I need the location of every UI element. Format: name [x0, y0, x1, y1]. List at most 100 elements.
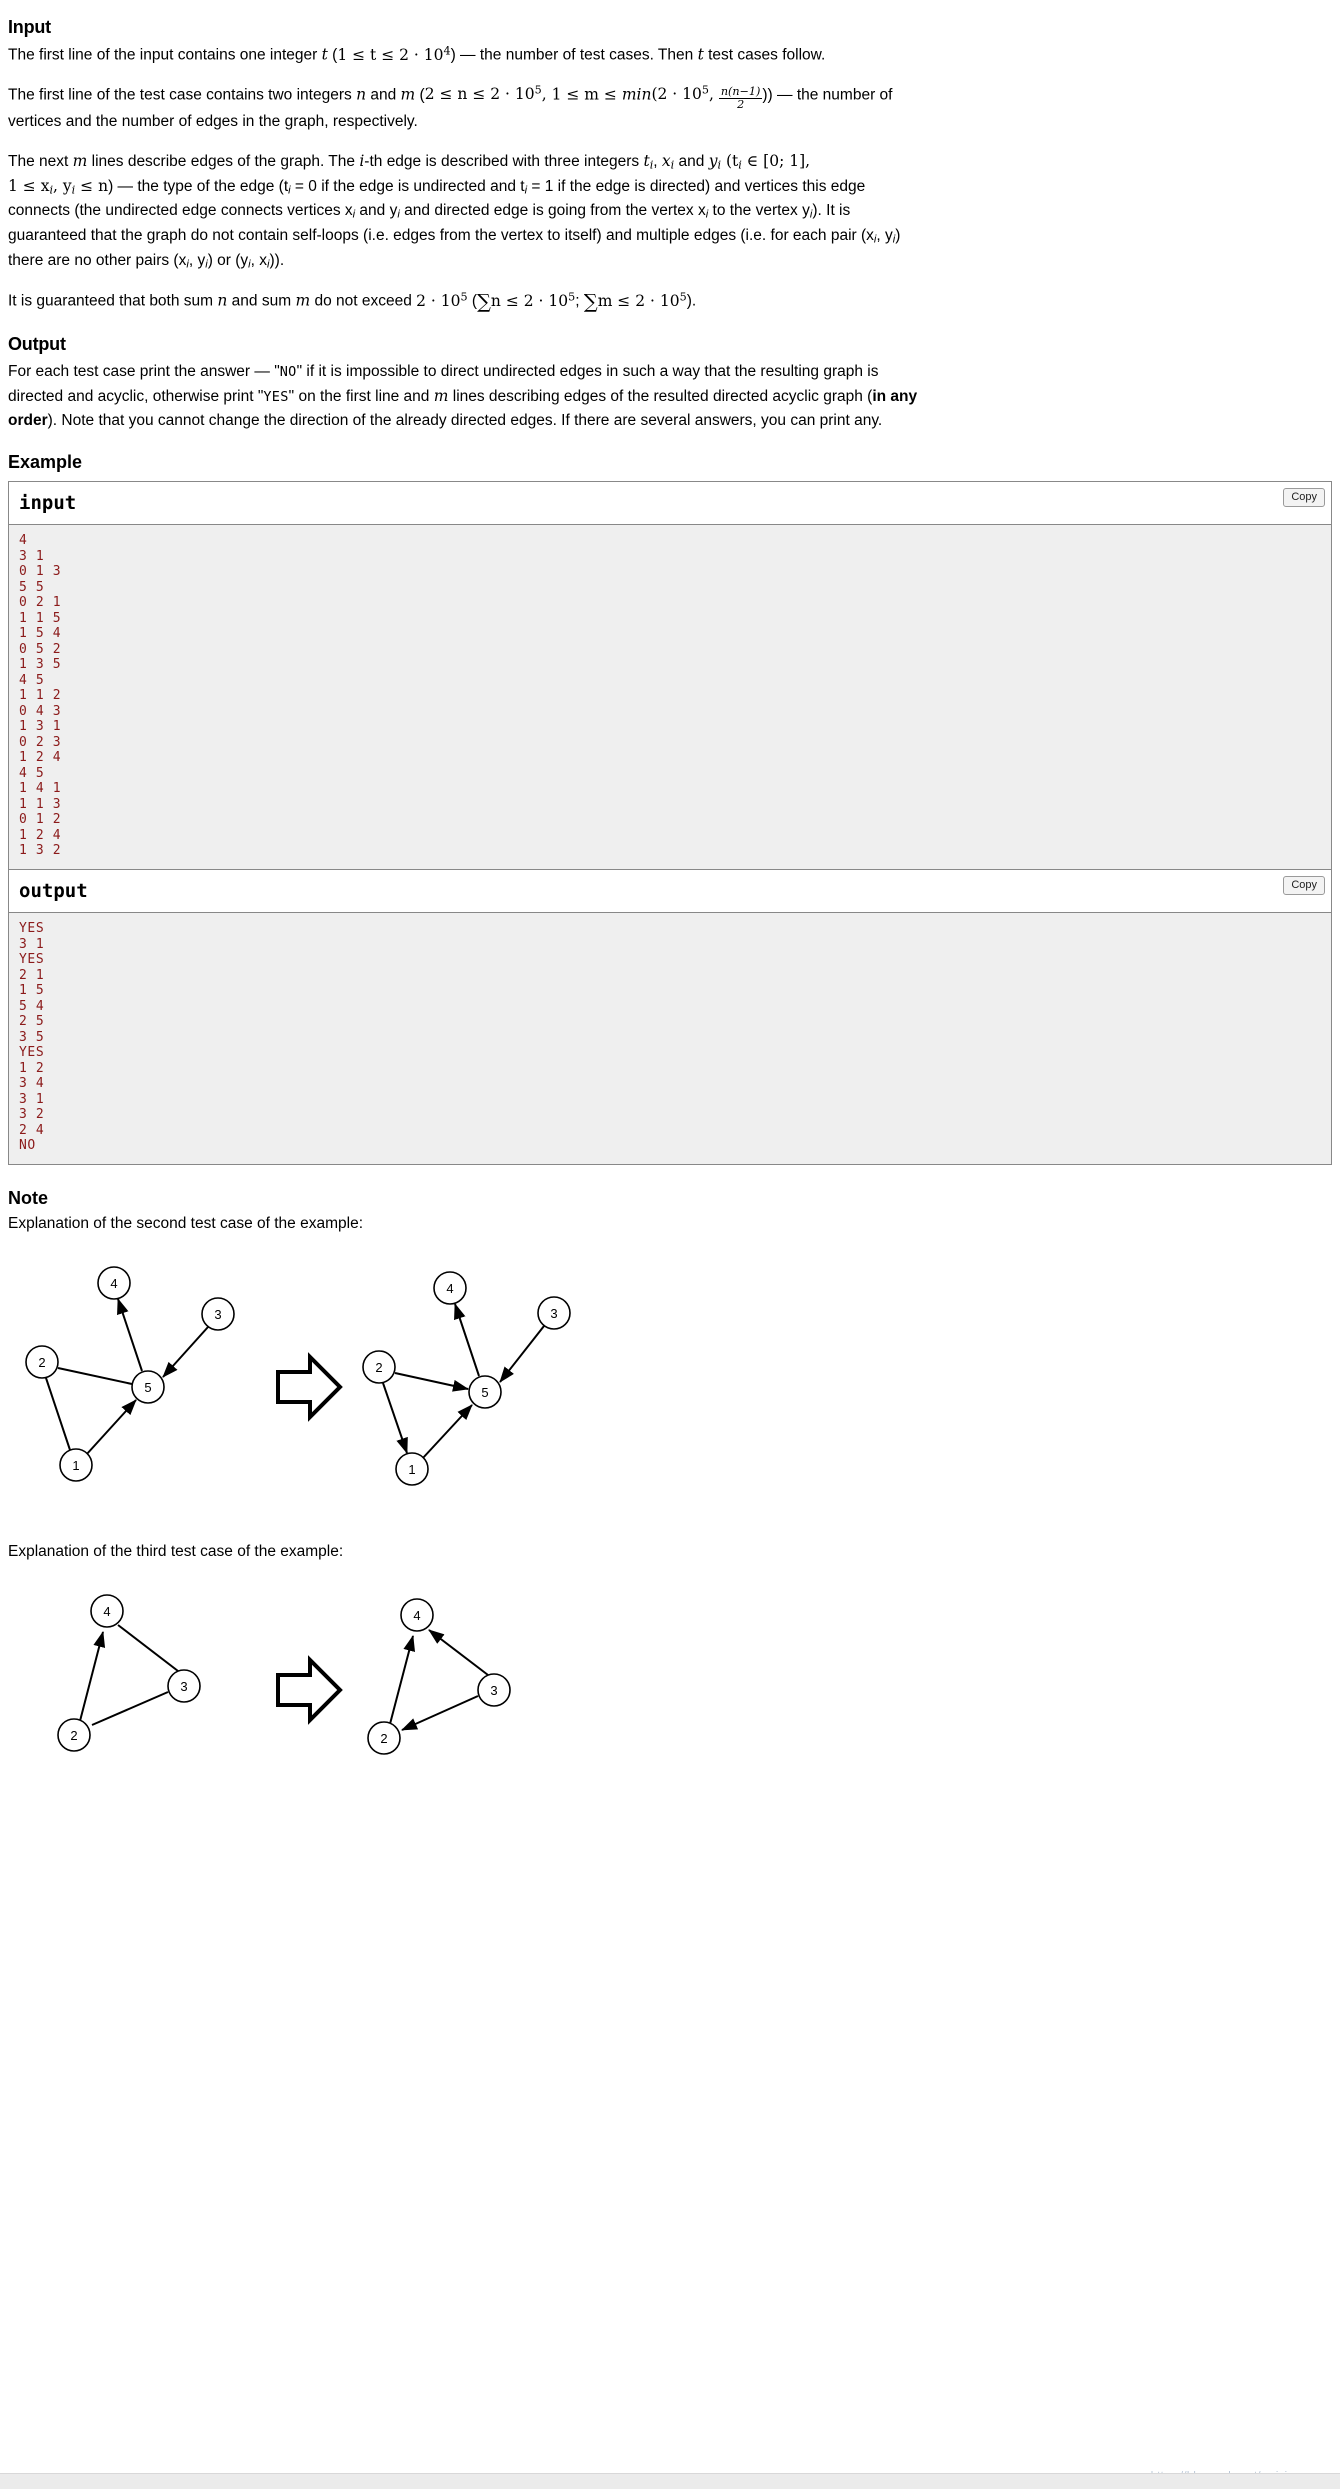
- node-4-right: 4: [433, 1271, 467, 1306]
- p4-value-base: 2 · 10: [416, 292, 461, 311]
- input-p2-close: )) — the number of: [762, 86, 893, 104]
- sigma-icon-1: ∑: [477, 290, 491, 314]
- transform-arrow-icon-2: [276, 1655, 343, 1726]
- p3-l3-d: to the vertex y: [708, 202, 810, 220]
- out-bold-in-any: in any: [872, 387, 918, 405]
- node-3-right: 3: [537, 1296, 571, 1331]
- out-l1-a: For each test case print the answer — ": [8, 362, 280, 380]
- edge-3-5-d: [499, 1325, 545, 1384]
- edge2-3-2-d: [401, 1695, 479, 1732]
- node-1-right: 1: [395, 1452, 429, 1487]
- p3-l2-e-text: = 0 if the edge is undirected and t: [290, 177, 525, 195]
- var-ti: ti: [643, 152, 653, 171]
- range-m-exp: 5: [701, 83, 709, 97]
- out-l2-c: lines describing edges of the resulted d…: [448, 387, 873, 405]
- out-bold-order: order: [8, 411, 48, 429]
- edge-1-5: [85, 1399, 137, 1457]
- svg-text:4: 4: [413, 1608, 420, 1623]
- var-m-3: m: [295, 292, 311, 311]
- graph-1-right: 4 3 2 5 1: [362, 1271, 571, 1487]
- input-block-header: input Copy: [9, 481, 1331, 526]
- p3-l5-d: , x: [250, 251, 268, 269]
- var-m: m: [400, 85, 416, 104]
- sample-output-text[interactable]: YES 3 1 YES 2 1 1 5 5 4 2 5 3 5 YES 1 2 …: [9, 913, 1331, 1164]
- example-heading: Example: [8, 451, 83, 472]
- edge2-3-4-d: [428, 1629, 489, 1677]
- range-m-b: (2 · 105: [651, 83, 709, 104]
- input-p2-and: and: [366, 86, 401, 104]
- edge-5-4: [117, 1298, 143, 1372]
- input-p2-text-a: The first line of the test case contains…: [8, 86, 357, 104]
- node-4: 4: [97, 1266, 131, 1301]
- graph-2-left: 4 3 2: [57, 1594, 201, 1753]
- p4-value-exp: 5: [460, 290, 468, 304]
- input-paragraph-4: It is guaranteed that both sum n and sum…: [8, 287, 1332, 317]
- copy-input-button[interactable]: Copy: [1283, 487, 1325, 507]
- range-n-exp: 5: [534, 83, 542, 97]
- edge-1-5-d: [421, 1404, 473, 1461]
- edge-2-5: [57, 1367, 133, 1386]
- graph-1-left: 4 3 2 5 1: [25, 1266, 235, 1483]
- sample-tests: Example input Copy 4 3 1 0 1 3 5 5 0 2 1…: [8, 449, 1332, 1165]
- edge-3-5: [162, 1326, 209, 1379]
- p3-l2: 1 ≤ xi, yi ≤ n: [8, 176, 109, 196]
- input-p2-tail: vertices and the number of edges in the …: [8, 113, 418, 131]
- p3-l1-a: The next: [8, 152, 73, 170]
- p4-sum1: n ≤ 2 · 105: [490, 291, 575, 311]
- p3-l2-b: , y: [53, 176, 72, 195]
- p3-l2-d-text: ) — the type of the edge (t: [108, 177, 289, 195]
- p3-l1-g-text: ∈ [0; 1],: [741, 151, 811, 170]
- var-yi: yi: [709, 152, 721, 171]
- p3-l2-c: ≤ n: [75, 176, 109, 195]
- edge2-3-4: [117, 1624, 179, 1673]
- edge-2-5-d: [394, 1372, 469, 1393]
- input-p1-text-b: (: [327, 46, 338, 64]
- p3-l4: guaranteed that the graph do not contain…: [8, 226, 901, 245]
- edge-2-1: [45, 1378, 71, 1451]
- svg-text:5: 5: [144, 1380, 151, 1395]
- p3-l5: there are no other pairs (xi, yi) or (yi…: [8, 251, 285, 270]
- var-xi-base: x: [661, 151, 671, 170]
- note-line-2: Explanation of the third test case of th…: [8, 1542, 344, 1560]
- p3-l5-c: ) or (y: [207, 251, 249, 269]
- p3-l4-c: ): [895, 226, 901, 244]
- svg-text:3: 3: [180, 1679, 187, 1694]
- node2-2: 2: [57, 1718, 91, 1753]
- figure-second-test-case: 4 3 2 5 1 4 3 2 5 1: [8, 1247, 1332, 1514]
- sigma-icon-2: ∑: [583, 290, 598, 314]
- range-t-base: 1 ≤ t ≤ 2 · 10: [337, 45, 444, 64]
- fraction-n-n-1-over-2: n(n−1) 2: [718, 86, 763, 110]
- input-p1-text-d: test cases follow.: [703, 46, 826, 64]
- output-paragraph: For each test case print the answer — "N…: [8, 360, 1332, 433]
- edge2-2-4: [79, 1631, 106, 1722]
- output-section-heading: Output: [8, 334, 66, 355]
- node2-2-right: 2: [367, 1721, 401, 1756]
- var-m-4: m: [433, 386, 449, 405]
- output-block-header: output Copy: [9, 869, 1331, 914]
- range-n-base: 2 ≤ n ≤ 2 · 10: [424, 85, 535, 104]
- p4-sum1-base: n ≤ 2 · 10: [490, 292, 569, 311]
- figure-third-test-case: 4 3 2 4 3 2: [8, 1575, 1332, 1782]
- var-n-3: n: [217, 292, 228, 311]
- graph-diagram-1: 4 3 2 5 1 4 3 2 5 1: [25, 1266, 571, 1487]
- p3-l1-d: ,: [653, 152, 662, 170]
- out-l1-b: " if it is impossible to direct undirect…: [296, 362, 879, 380]
- p3-l5-e: )).: [269, 251, 285, 269]
- var-m-2: m: [72, 151, 88, 170]
- edge2-3-2: [91, 1691, 169, 1727]
- p3-l3: connects (the undirected edge connects v…: [8, 202, 850, 220]
- node-1: 1: [59, 1448, 93, 1483]
- p3-l4-b: , y: [876, 226, 893, 244]
- range-n: 2 ≤ n ≤ 2 · 105: [424, 83, 542, 104]
- bottom-bar: [0, 2473, 1340, 2489]
- p3-l3-c: and directed edge is going from the vert…: [399, 202, 706, 220]
- sample-input-text[interactable]: 4 3 1 0 1 3 5 5 0 2 1 1 1 5 1 5 4 0 5 2 …: [9, 525, 1331, 869]
- var-xi: xi: [661, 151, 674, 171]
- p4-sum2: m ≤ 2 · 105: [598, 291, 687, 311]
- min-fn: min: [621, 85, 652, 104]
- svg-text:3: 3: [490, 1683, 497, 1698]
- copy-output-button[interactable]: Copy: [1283, 875, 1325, 895]
- p4-d: (: [467, 293, 478, 311]
- svg-text:4: 4: [446, 1281, 453, 1296]
- p3-l2-d: ) — the type of the edge (ti = 0 if the …: [108, 177, 865, 196]
